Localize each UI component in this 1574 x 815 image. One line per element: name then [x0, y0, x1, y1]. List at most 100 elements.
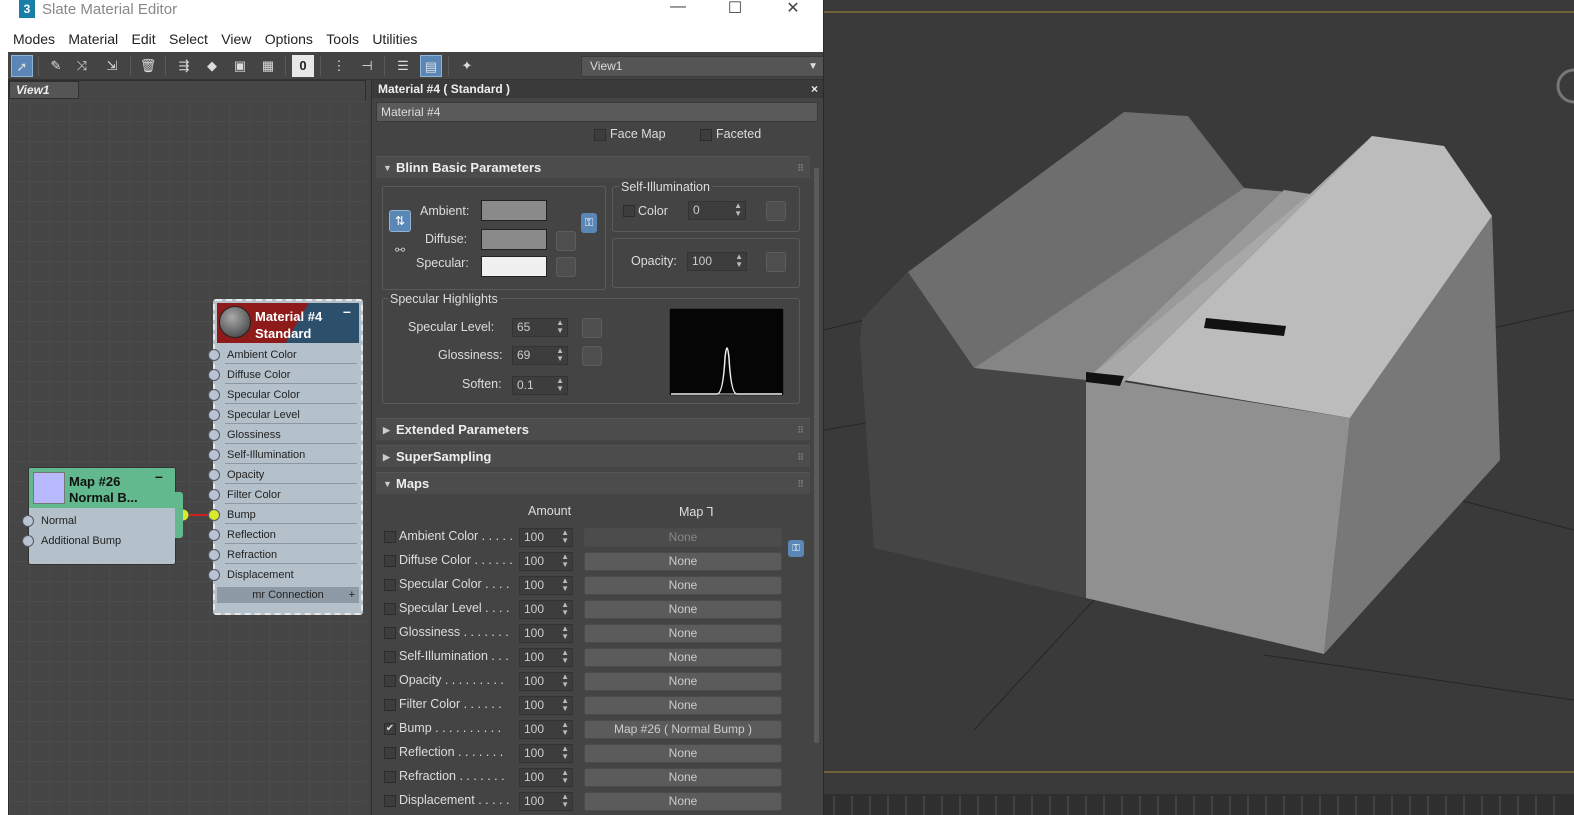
- slot-socket-icon[interactable]: [208, 349, 220, 361]
- map-slot-button[interactable]: None: [584, 672, 782, 691]
- map-slot-button[interactable]: None: [584, 576, 782, 595]
- map-slot-button[interactable]: None: [584, 648, 782, 667]
- slot-socket-icon[interactable]: [208, 509, 220, 521]
- slot-opacity[interactable]: Opacity: [208, 466, 361, 484]
- delete-icon[interactable]: 🗑: [137, 55, 159, 77]
- slot-socket-icon[interactable]: [208, 489, 220, 501]
- maps-lock-icon[interactable]: ⚿: [788, 540, 804, 557]
- map-slot-button[interactable]: None: [584, 696, 782, 715]
- ambient-color-swatch[interactable]: [481, 200, 547, 221]
- view-selector-dropdown[interactable]: View1 ▼: [581, 56, 823, 77]
- map-enable-checkbox[interactable]: ✔: [384, 723, 396, 735]
- map-amount-spinner[interactable]: 100 ▲ ▼: [519, 624, 573, 643]
- expand-icon[interactable]: +: [349, 587, 355, 603]
- map-slot-button[interactable]: Map #26 ( Normal Bump ): [584, 720, 782, 739]
- tab-view1[interactable]: View1: [9, 81, 79, 99]
- assign-to-selection-icon[interactable]: ⇲: [101, 55, 123, 77]
- menu-modes[interactable]: Modes: [8, 26, 60, 52]
- maximize-button[interactable]: ☐: [715, 0, 755, 18]
- collapse-icon[interactable]: –: [343, 303, 351, 319]
- material-node-header[interactable]: Material #4 Standard –: [217, 303, 359, 343]
- slot-socket-icon[interactable]: [208, 529, 220, 541]
- material-name-field[interactable]: Material #4: [376, 102, 818, 122]
- opacity-spinner[interactable]: 100 ▲ ▼: [687, 252, 747, 271]
- specular-map-button[interactable]: [556, 257, 576, 277]
- slot-socket-icon[interactable]: [208, 409, 220, 421]
- slot-filter-color[interactable]: Filter Color: [208, 486, 361, 504]
- spinner-arrows-icon[interactable]: ▲ ▼: [556, 377, 564, 393]
- face-map-checkbox[interactable]: [594, 129, 606, 141]
- close-panel-icon[interactable]: ×: [811, 80, 818, 98]
- slot-socket-icon[interactable]: [208, 449, 220, 461]
- slot-specular-color[interactable]: Specular Color: [208, 386, 361, 404]
- spinner-arrows-icon[interactable]: ▲ ▼: [561, 625, 569, 641]
- map-enable-checkbox[interactable]: [384, 747, 396, 759]
- menu-edit[interactable]: Edit: [127, 26, 161, 52]
- glossiness-map-button[interactable]: [582, 346, 602, 366]
- select-tool-icon[interactable]: ➚: [11, 55, 33, 77]
- self-illum-color-checkbox[interactable]: [623, 205, 635, 217]
- menu-material[interactable]: Material: [63, 26, 123, 52]
- slot-diffuse-color[interactable]: Diffuse Color: [208, 366, 361, 384]
- soften-spinner[interactable]: 0.1 ▲ ▼: [512, 376, 568, 395]
- map-amount-spinner[interactable]: 100 ▲ ▼: [519, 744, 573, 763]
- eyedropper-icon[interactable]: ✎: [45, 55, 67, 77]
- menu-utilities[interactable]: Utilities: [367, 26, 422, 52]
- spinner-arrows-icon[interactable]: ▲ ▼: [561, 649, 569, 665]
- map-amount-spinner[interactable]: 100 ▲ ▼: [519, 696, 573, 715]
- rollout-grip-icon[interactable]: ⠿: [797, 473, 804, 495]
- slot-normal[interactable]: Normal: [22, 512, 175, 530]
- map-amount-spinner[interactable]: 100 ▲ ▼: [519, 792, 573, 811]
- close-button[interactable]: ✕: [773, 0, 813, 18]
- slot-socket-icon[interactable]: [208, 549, 220, 561]
- rollout-grip-icon[interactable]: ⠿: [797, 446, 804, 468]
- menu-select[interactable]: Select: [164, 26, 213, 52]
- spinner-arrows-icon[interactable]: ▲ ▼: [735, 253, 743, 269]
- map-node-header[interactable]: Map #26 Normal B... –: [29, 468, 175, 508]
- move-children-icon[interactable]: ⇶: [173, 55, 195, 77]
- map-slot-button[interactable]: None: [584, 624, 782, 643]
- rollout-maps[interactable]: ▼ Maps ⠿: [376, 472, 810, 494]
- diffuse-map-button[interactable]: [556, 231, 576, 251]
- glossiness-spinner[interactable]: 69 ▲ ▼: [512, 346, 568, 365]
- spinner-arrows-icon[interactable]: ▲ ▼: [556, 347, 564, 363]
- spinner-arrows-icon[interactable]: ▲ ▼: [561, 721, 569, 737]
- map-amount-spinner[interactable]: 100 ▲ ▼: [519, 672, 573, 691]
- slot-socket-icon[interactable]: [208, 369, 220, 381]
- slot-reflection[interactable]: Reflection: [208, 526, 361, 544]
- layout-all-icon[interactable]: ⊣: [356, 55, 378, 77]
- map-slot-button[interactable]: None: [584, 768, 782, 787]
- slot-refraction[interactable]: Refraction: [208, 546, 361, 564]
- slot-specular-level[interactable]: Specular Level: [208, 406, 361, 424]
- slot-socket-icon[interactable]: [22, 535, 34, 547]
- map-amount-spinner[interactable]: 100 ▲ ▼: [519, 552, 573, 571]
- map-enable-checkbox[interactable]: [384, 603, 396, 615]
- rollout-blinn-basic-parameters[interactable]: ▼ Blinn Basic Parameters ⠿: [376, 156, 810, 178]
- map-slot-button[interactable]: None: [584, 744, 782, 763]
- map-slot-button[interactable]: None: [584, 792, 782, 811]
- slot-socket-icon[interactable]: [208, 389, 220, 401]
- slot-additional-bump[interactable]: Additional Bump: [22, 532, 175, 550]
- diffuse-color-swatch[interactable]: [481, 229, 547, 250]
- menu-options[interactable]: Options: [260, 26, 318, 52]
- scrollbar-thumb[interactable]: [814, 168, 819, 743]
- slot-bump[interactable]: Bump: [208, 506, 361, 524]
- parameter-editor-icon[interactable]: ▤: [420, 55, 442, 77]
- hide-unused-slots-icon[interactable]: ◆: [201, 55, 223, 77]
- show-background-icon[interactable]: ▦: [257, 55, 279, 77]
- lock-icon[interactable]: ⚿: [581, 213, 597, 233]
- slot-ambient-color[interactable]: Ambient Color: [208, 346, 361, 364]
- self-illum-value-spinner[interactable]: 0 ▲ ▼: [688, 201, 746, 220]
- map-enable-checkbox[interactable]: [384, 771, 396, 783]
- map-enable-checkbox[interactable]: [384, 651, 396, 663]
- spinner-arrows-icon[interactable]: ▲ ▼: [561, 529, 569, 545]
- specular-level-spinner[interactable]: 65 ▲ ▼: [512, 318, 568, 337]
- map-amount-spinner[interactable]: 100 ▲ ▼: [519, 528, 573, 547]
- map-node-normal-bump[interactable]: Map #26 Normal B... – Normal Additional …: [22, 467, 183, 565]
- material-navigator-icon[interactable]: ☰: [392, 55, 414, 77]
- spinner-arrows-icon[interactable]: ▲ ▼: [561, 601, 569, 617]
- opacity-map-button[interactable]: [766, 252, 786, 272]
- spinner-arrows-icon[interactable]: ▲ ▼: [561, 673, 569, 689]
- spinner-arrows-icon[interactable]: ▲ ▼: [561, 769, 569, 785]
- map-enable-checkbox[interactable]: [384, 795, 396, 807]
